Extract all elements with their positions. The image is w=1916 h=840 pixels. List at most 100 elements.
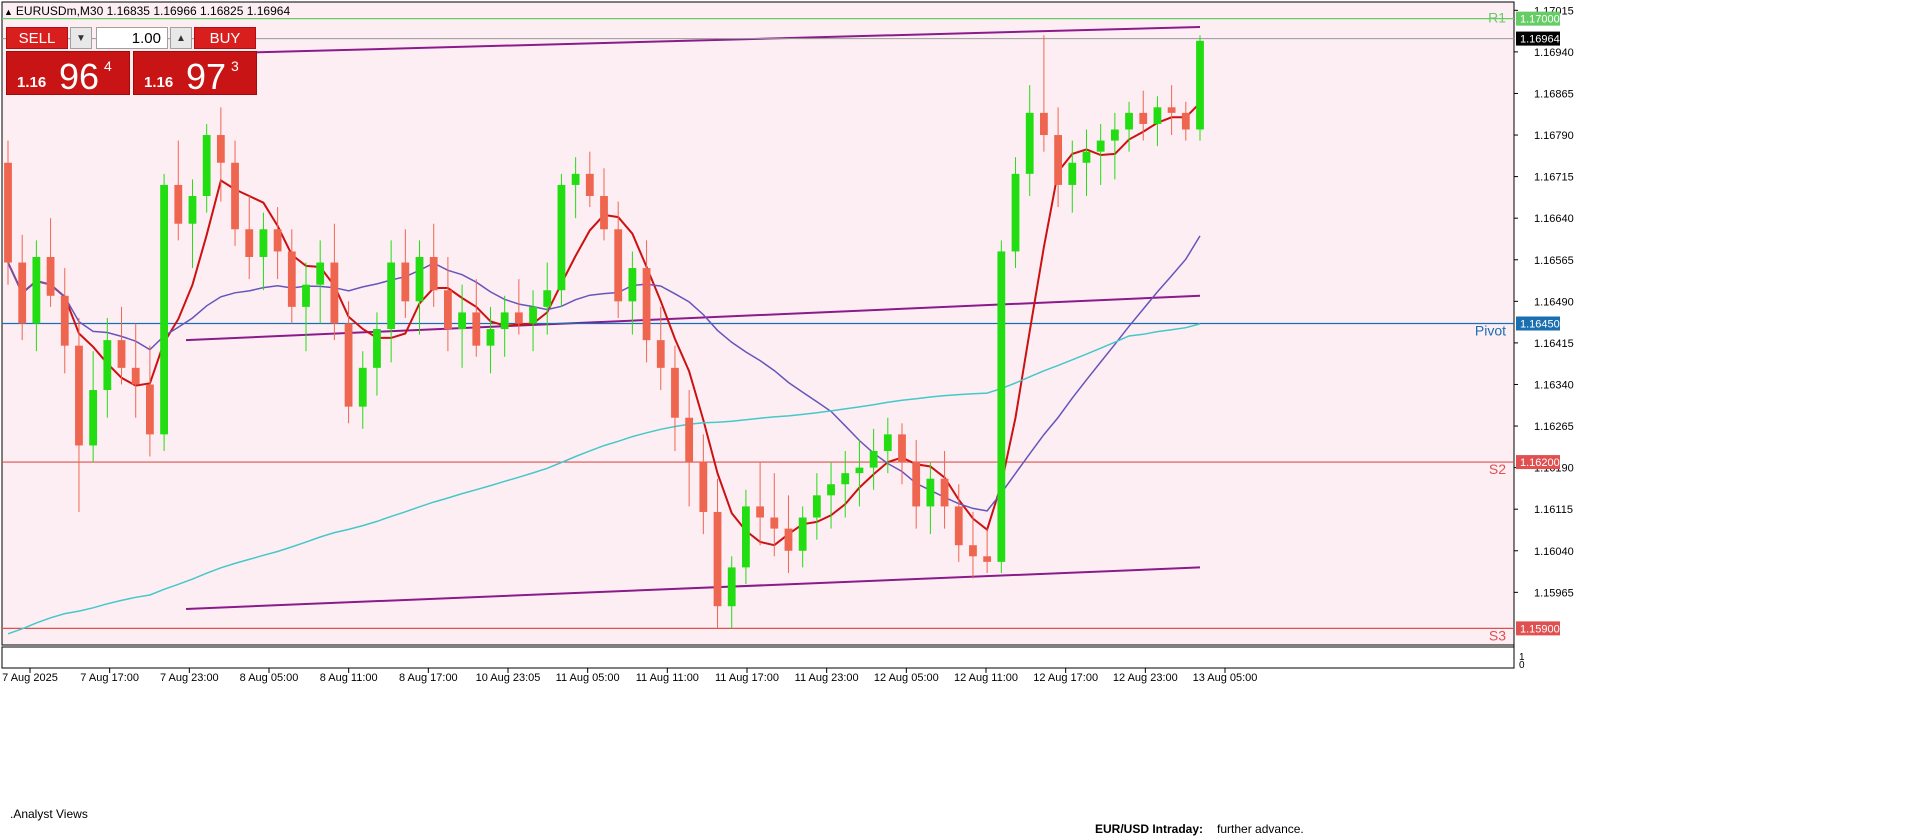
symbol-header: ▲ EURUSDm,M30 1.16835 1.16966 1.16825 1.1… bbox=[4, 4, 290, 18]
candle-bear bbox=[4, 162, 12, 263]
level-price-label: 1.16200 bbox=[1520, 457, 1560, 469]
candle-bear bbox=[756, 506, 764, 518]
y-tick-label: 1.16265 bbox=[1534, 421, 1574, 433]
candle-bull bbox=[1196, 40, 1204, 130]
y-tick-label: 1.16715 bbox=[1534, 172, 1574, 184]
x-tick-label: 13 Aug 05:00 bbox=[1193, 672, 1258, 684]
candle-bull bbox=[926, 478, 935, 507]
buy-price-sup: 3 bbox=[231, 58, 239, 74]
sell-button[interactable]: SELL bbox=[6, 27, 68, 49]
y-tick-label: 1.16790 bbox=[1534, 130, 1574, 142]
y-tick-label: 1.16490 bbox=[1534, 296, 1574, 308]
candle-bear bbox=[245, 229, 254, 257]
x-tick-label: 8 Aug 17:00 bbox=[399, 672, 458, 684]
sell-price-sup: 4 bbox=[104, 58, 112, 74]
candle-bear bbox=[671, 367, 679, 418]
candle-bull bbox=[1068, 162, 1077, 185]
candle-bull bbox=[1082, 151, 1091, 163]
candle-bull bbox=[727, 567, 736, 607]
candle-bull bbox=[358, 367, 367, 407]
candle-bear bbox=[117, 340, 126, 368]
candle-bear bbox=[940, 478, 949, 507]
candle-bull bbox=[841, 473, 850, 485]
candle-bear bbox=[954, 506, 963, 546]
candle-bull bbox=[486, 329, 495, 346]
x-tick-label: 12 Aug 17:00 bbox=[1033, 672, 1098, 684]
candle-bear bbox=[585, 173, 594, 197]
candle-bear bbox=[444, 290, 452, 330]
candle-bear bbox=[1181, 112, 1190, 130]
y-tick-label: 1.16640 bbox=[1534, 213, 1574, 225]
candle-bear bbox=[60, 295, 69, 346]
candle-bear bbox=[401, 262, 410, 302]
candle-bull bbox=[89, 390, 98, 446]
sell-price-box[interactable]: 1.16 96 4 bbox=[6, 51, 130, 97]
candle-bull bbox=[529, 306, 537, 324]
buy-price-box[interactable]: 1.16 97 3 bbox=[133, 51, 257, 97]
candle-bear bbox=[131, 367, 140, 385]
price-chart[interactable]: 1.170151.169401.168651.167901.167151.166… bbox=[0, 0, 1916, 840]
level-price-label: 1.17000 bbox=[1520, 14, 1560, 26]
x-tick-label: 12 Aug 05:00 bbox=[874, 672, 939, 684]
lot-size-input[interactable] bbox=[96, 27, 168, 49]
candle-bull bbox=[557, 184, 566, 291]
candle-bull bbox=[202, 135, 211, 197]
candle-bear bbox=[472, 312, 481, 346]
candle-bear bbox=[216, 135, 225, 163]
candle-bull bbox=[883, 434, 892, 451]
candle-bull bbox=[316, 262, 325, 285]
candle-bull bbox=[997, 251, 1006, 562]
buy-price-big: 97 bbox=[186, 56, 227, 97]
y-tick-label: 1.16340 bbox=[1534, 379, 1574, 391]
candle-bull bbox=[1096, 140, 1105, 152]
lot-increase-icon[interactable]: ▲ bbox=[170, 27, 192, 49]
candle-bull bbox=[387, 262, 396, 330]
candle-bear bbox=[1040, 112, 1048, 136]
candle-bull bbox=[32, 256, 41, 324]
y-tick-label: 1.15965 bbox=[1534, 587, 1574, 599]
candle-bear bbox=[344, 323, 353, 407]
level-name-s3: S3 bbox=[1489, 627, 1506, 643]
candle-bull bbox=[458, 312, 466, 330]
candle-bear bbox=[273, 229, 282, 252]
chart-window[interactable]: 1.17015 1.16940 1.16865 1.16790 1.16715 1.166… bbox=[0, 0, 1916, 840]
x-tick-label: 12 Aug 11:00 bbox=[954, 672, 1018, 684]
candle-bear bbox=[713, 511, 722, 607]
x-tick-label: 11 Aug 23:00 bbox=[795, 672, 859, 684]
candle-bear bbox=[969, 545, 977, 557]
x-tick-label: 11 Aug 05:00 bbox=[556, 672, 620, 684]
candle-bear bbox=[231, 162, 239, 230]
x-tick-label: 11 Aug 11:00 bbox=[636, 672, 699, 684]
level-name-pivot: Pivot bbox=[1475, 323, 1506, 339]
analyst-view-text: EUR/USD Intraday: further advance. bbox=[1095, 822, 1304, 836]
candle-bear bbox=[983, 556, 992, 562]
candle-bear bbox=[146, 384, 154, 435]
buy-button[interactable]: BUY bbox=[194, 27, 256, 49]
candle-bear bbox=[429, 256, 438, 291]
x-tick-label: 7 Aug 23:00 bbox=[160, 672, 219, 684]
candle-bear bbox=[699, 462, 708, 512]
subwindow-label: .Analyst Views bbox=[10, 807, 88, 821]
candle-bull bbox=[827, 484, 835, 496]
candle-bull bbox=[415, 256, 424, 302]
candle-bear bbox=[18, 262, 27, 324]
candle-bear bbox=[656, 340, 665, 368]
candle-bear bbox=[784, 528, 793, 551]
candle-bear bbox=[287, 251, 296, 307]
x-tick-label: 8 Aug 11:00 bbox=[320, 672, 378, 684]
y-tick-label: 1.16040 bbox=[1534, 546, 1574, 558]
candle-bull bbox=[855, 467, 864, 474]
collapse-triangle-icon[interactable]: ▲ bbox=[4, 7, 13, 17]
candle-bear bbox=[685, 417, 694, 463]
buy-price-prefix: 1.16 bbox=[144, 74, 174, 91]
candle-bull bbox=[869, 450, 878, 468]
subwindow-scale-bottom: 0 bbox=[1519, 660, 1525, 671]
candle-bear bbox=[898, 434, 906, 463]
level-price-label: 1.15900 bbox=[1520, 623, 1560, 635]
x-tick-label: 11 Aug 17:00 bbox=[715, 672, 779, 684]
x-tick-label: 10 Aug 23:05 bbox=[476, 672, 541, 684]
y-tick-label: 1.16115 bbox=[1534, 504, 1573, 516]
lot-decrease-icon[interactable]: ▼ bbox=[70, 27, 92, 49]
candle-bear bbox=[770, 517, 779, 529]
y-tick-label: 1.16940 bbox=[1534, 47, 1574, 59]
